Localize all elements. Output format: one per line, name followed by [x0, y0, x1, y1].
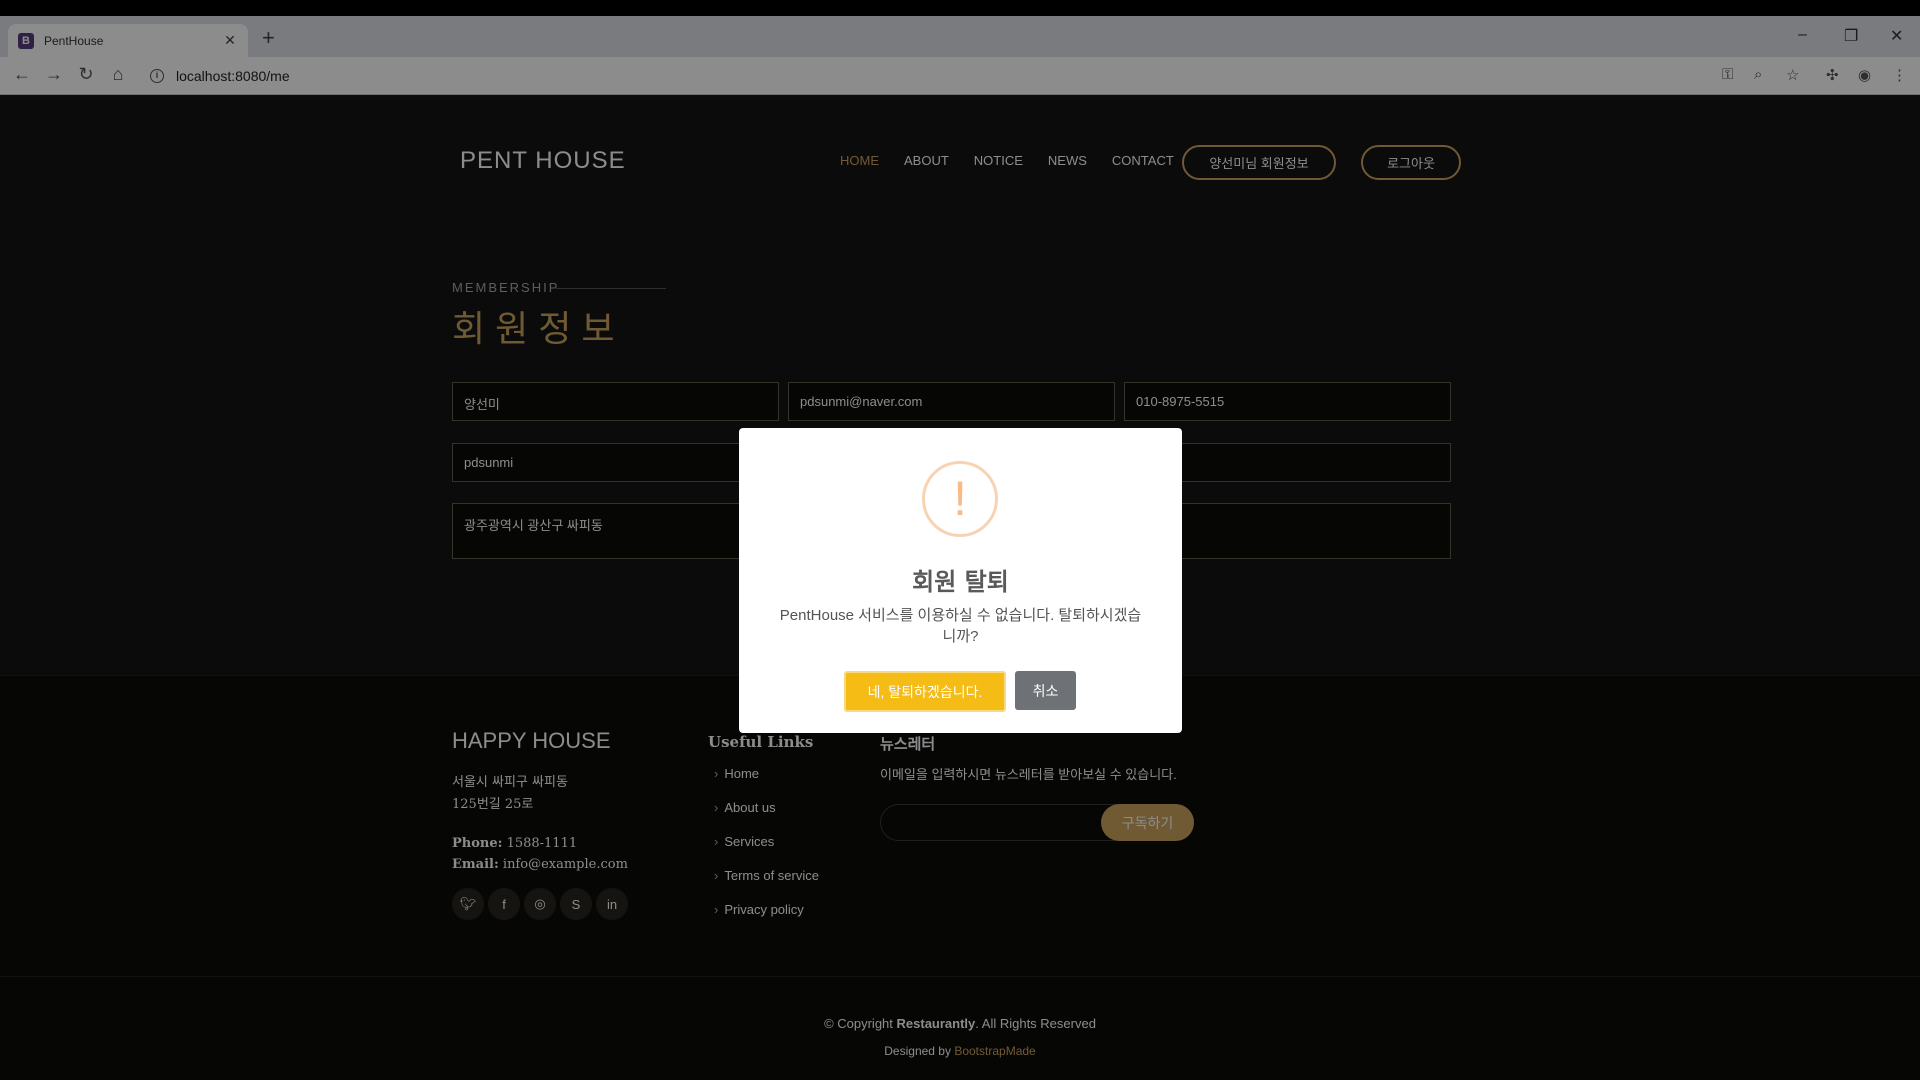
withdraw-dialog: ! 회원 탈퇴 PentHouse 서비스를 이용하실 수 없습니다. 탈퇴하시…: [739, 428, 1182, 733]
confirm-withdraw-button[interactable]: 네, 탈퇴하겠습니다.: [844, 671, 1006, 712]
dialog-message: PentHouse 서비스를 이용하실 수 없습니다. 탈퇴하시겠습니까?: [779, 607, 1142, 645]
screen: B PentHouse ✕ + – ❐ ✕ ← → ↻ ⌂ i localhos…: [0, 0, 1920, 1080]
dialog-title: 회원 탈퇴: [912, 568, 1009, 596]
cancel-button[interactable]: 취소: [1015, 671, 1076, 710]
warning-icon: !: [922, 461, 998, 537]
